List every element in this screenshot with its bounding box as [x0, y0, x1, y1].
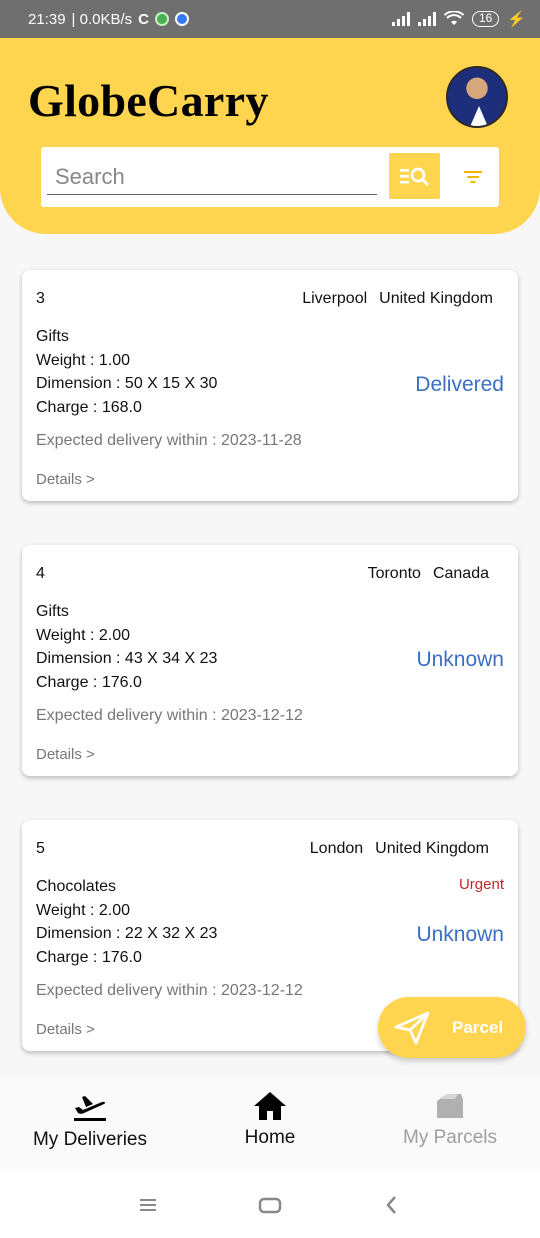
recent-apps-icon[interactable] [136, 1193, 160, 1217]
delivery-country: United Kingdom [379, 290, 493, 307]
item-weight: Weight : 2.00 [36, 901, 130, 919]
delivery-status: Unknown [416, 648, 504, 671]
item-charge: Charge : 176.0 [36, 948, 142, 966]
expected-delivery: Expected delivery within : 2023-11-28 [36, 432, 302, 449]
expected-delivery: Expected delivery within : 2023-12-12 [36, 707, 303, 724]
delivery-card[interactable]: 3 Liverpool United Kingdom Gifts Weight … [22, 270, 518, 501]
parcel-icon [437, 1094, 463, 1118]
delivery-card[interactable]: 4 Toronto Canada Gifts Weight : 2.00 Dim… [22, 545, 518, 776]
battery-indicator: 16 [471, 11, 500, 27]
expected-delivery: Expected delivery within : 2023-12-12 [36, 982, 303, 999]
details-link[interactable]: Details > [36, 1021, 95, 1038]
nav-label: My Deliveries [32, 1129, 148, 1150]
back-icon[interactable] [380, 1193, 404, 1217]
app-header: GlobeCarry [0, 38, 540, 234]
avatar[interactable] [446, 66, 508, 128]
filter-icon [464, 171, 482, 183]
item-name: Gifts [36, 603, 69, 620]
search-bar [41, 147, 499, 207]
airplane-takeoff-icon [74, 1096, 106, 1121]
details-link[interactable]: Details > [36, 471, 95, 488]
add-parcel-button[interactable]: Parcel [378, 997, 526, 1058]
item-name: Gifts [36, 328, 69, 345]
delivery-info: Gifts Weight : 1.00 Dimension : 50 X 15 … [36, 325, 217, 419]
app-notification-icon [154, 12, 169, 26]
signal-icon [391, 12, 410, 26]
filter-button[interactable] [457, 161, 489, 193]
system-navigation-bar [0, 1171, 540, 1238]
delivery-country: Canada [432, 565, 489, 582]
delivery-city: London [309, 840, 364, 857]
sync-icon: C [138, 10, 149, 28]
delivery-location: Toronto Canada [368, 565, 489, 583]
delivery-number: 3 [36, 290, 45, 307]
delivery-info: Gifts Weight : 2.00 Dimension : 43 X 34 … [36, 600, 217, 694]
item-charge: Charge : 168.0 [36, 398, 142, 416]
item-dimension: Dimension : 43 X 34 X 23 [36, 650, 218, 667]
delivery-location: Liverpool United Kingdom [302, 290, 493, 308]
nav-home[interactable]: Home [180, 1091, 360, 1149]
delivery-number: 5 [36, 840, 45, 857]
add-parcel-label: Parcel [452, 1017, 504, 1037]
paper-plane-icon [394, 1011, 430, 1044]
delivery-info: Chocolates Weight : 2.00 Dimension : 22 … [36, 875, 217, 969]
item-weight: Weight : 1.00 [36, 351, 130, 369]
chrome-notification-icon [174, 12, 189, 26]
item-dimension: Dimension : 22 X 32 X 23 [36, 925, 218, 942]
search-icon [399, 167, 429, 187]
item-name: Chocolates [36, 878, 117, 895]
search-input[interactable] [47, 159, 377, 195]
bottom-navigation: My Deliveries Home My Parcels [0, 1075, 540, 1171]
home-icon [254, 1092, 286, 1120]
urgent-badge: Urgent [458, 876, 504, 893]
status-bar: 21:39 | 0.0KB/s C 16 ⚡ [0, 0, 540, 38]
delivery-status: Unknown [416, 923, 504, 946]
nav-my-deliveries[interactable]: My Deliveries [0, 1091, 180, 1151]
details-link[interactable]: Details > [36, 746, 95, 763]
app-title: GlobeCarry [28, 75, 269, 126]
status-network-speed: | 0.0KB/s [71, 10, 133, 28]
search-button[interactable] [389, 153, 440, 199]
nav-label: Home [244, 1127, 296, 1148]
wifi-icon [443, 11, 464, 25]
item-charge: Charge : 176.0 [36, 673, 142, 691]
delivery-city: Toronto [367, 565, 421, 582]
item-weight: Weight : 2.00 [36, 626, 130, 644]
delivery-city: Liverpool [302, 290, 368, 307]
delivery-number: 4 [36, 565, 45, 582]
home-button-icon[interactable] [258, 1193, 282, 1217]
item-dimension: Dimension : 50 X 15 X 30 [36, 375, 218, 392]
charging-icon: ⚡ [507, 11, 526, 28]
nav-my-parcels[interactable]: My Parcels [360, 1091, 540, 1149]
delivery-country: United Kingdom [375, 840, 489, 857]
delivery-location: London United Kingdom [310, 840, 489, 858]
delivery-status: Delivered [415, 373, 504, 396]
status-time: 21:39 [28, 10, 66, 28]
signal-icon-2 [417, 12, 436, 26]
nav-label: My Parcels [403, 1127, 497, 1148]
